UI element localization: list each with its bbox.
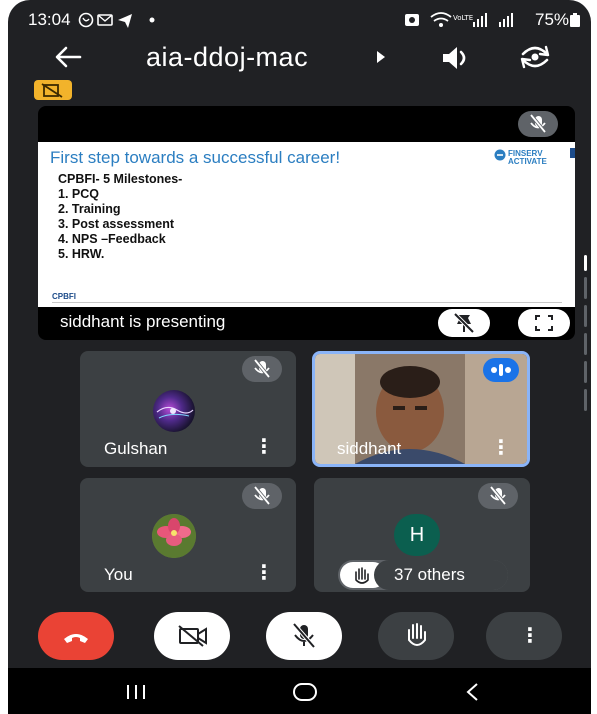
participant-name: siddhant bbox=[337, 439, 402, 458]
recording-off-icon bbox=[41, 83, 63, 98]
battery-level: 75% bbox=[535, 10, 570, 29]
slide-footer: CPBFI bbox=[52, 292, 76, 301]
more-vert-icon[interactable]: ⋮ bbox=[254, 437, 274, 457]
slide-accent bbox=[570, 148, 575, 158]
hang-up-icon bbox=[64, 634, 88, 643]
slide-list-item: 1. PCQ bbox=[58, 187, 99, 201]
fullscreen-button[interactable] bbox=[518, 309, 570, 337]
mic-off-icon bbox=[489, 485, 507, 506]
scrollbar[interactable] bbox=[584, 255, 587, 423]
speaker-icon[interactable] bbox=[440, 44, 472, 72]
notification-icons bbox=[78, 12, 155, 28]
raise-hand-button[interactable] bbox=[378, 612, 454, 660]
mute-indicator bbox=[242, 356, 282, 382]
participant-tile[interactable]: Gulshan ⋮ bbox=[80, 351, 296, 467]
battery-icon bbox=[570, 13, 580, 27]
mic-off-icon bbox=[253, 358, 271, 379]
presenter-mute-indicator bbox=[518, 111, 558, 137]
audio-wave-icon bbox=[491, 364, 511, 376]
shared-slide: First step towards a successful career! … bbox=[38, 142, 575, 307]
meeting-screen: 13:04 VoLTE 75% aia-ddoj-mac First step … bbox=[8, 0, 591, 714]
slide-list-item: 2. Training bbox=[58, 202, 121, 216]
home-icon[interactable] bbox=[292, 682, 318, 702]
avatar-image bbox=[156, 406, 194, 419]
scroll-segment bbox=[584, 277, 587, 299]
status-time: 13:04 bbox=[28, 10, 71, 29]
scroll-segment bbox=[584, 333, 587, 355]
more-vert-icon[interactable]: ⋮ bbox=[491, 438, 511, 458]
end-call-button[interactable] bbox=[38, 612, 114, 660]
others-chip[interactable]: 37 others bbox=[338, 560, 508, 590]
others-count: 37 others bbox=[394, 565, 465, 584]
scroll-segment bbox=[584, 361, 587, 383]
more-vert-icon: ⋮ bbox=[520, 625, 540, 647]
flower-avatar-image bbox=[152, 514, 196, 558]
scroll-thumb bbox=[584, 255, 587, 271]
scroll-segment bbox=[584, 305, 587, 327]
status-bar: 13:04 VoLTE 75% bbox=[8, 0, 591, 36]
back-nav-icon[interactable] bbox=[464, 682, 480, 702]
avatar bbox=[153, 390, 195, 432]
speaking-indicator bbox=[483, 358, 519, 382]
slide-subtitle: CPBFI- 5 Milestones- bbox=[58, 172, 183, 186]
participant-name: You bbox=[104, 565, 133, 584]
mic-off-icon bbox=[292, 622, 316, 649]
avatar-initial: H bbox=[394, 514, 440, 556]
mic-toggle-button[interactable] bbox=[266, 612, 342, 660]
android-nav-bar bbox=[8, 668, 591, 714]
unpin-button[interactable] bbox=[438, 309, 490, 337]
svg-text:VoLTE: VoLTE bbox=[453, 14, 473, 22]
camera-flip-icon[interactable] bbox=[518, 42, 552, 72]
mute-indicator bbox=[242, 483, 282, 509]
slide-brand: FINSERV ACTIVATE bbox=[508, 149, 547, 166]
avatar bbox=[152, 514, 196, 558]
system-status-icons: VoLTE bbox=[405, 12, 513, 27]
slide-title: First step towards a successful career! bbox=[50, 148, 341, 167]
slide-divider bbox=[52, 302, 562, 303]
meeting-code[interactable]: aia-ddoj-mac bbox=[146, 42, 308, 73]
more-options-button[interactable]: ⋮ bbox=[486, 612, 562, 660]
pin-off-icon bbox=[453, 312, 475, 334]
finserv-logo-icon bbox=[494, 149, 506, 161]
scroll-segment bbox=[584, 389, 587, 411]
participant-name: Gulshan bbox=[104, 439, 168, 458]
slide-list-item: 4. NPS –Feedback bbox=[58, 232, 166, 246]
participant-tile-self[interactable]: You ⋮ bbox=[80, 478, 296, 592]
arrow-left-icon[interactable] bbox=[54, 46, 82, 68]
more-vert-icon[interactable]: ⋮ bbox=[254, 563, 274, 583]
mic-off-icon bbox=[529, 113, 547, 134]
presentation-tile[interactable]: First step towards a successful career! … bbox=[38, 106, 575, 340]
slide-list-item: 5. HRW. bbox=[58, 247, 105, 261]
participant-tile-others[interactable]: H 37 others bbox=[314, 478, 530, 592]
recent-apps-icon[interactable] bbox=[124, 684, 148, 700]
video-off-icon bbox=[178, 625, 207, 647]
camera-toggle-button[interactable] bbox=[154, 612, 230, 660]
mute-indicator bbox=[478, 483, 518, 509]
participant-tile-speaking[interactable]: siddhant ⋮ bbox=[312, 351, 530, 467]
slide-list-item: 3. Post assessment bbox=[58, 217, 175, 231]
recording-badge bbox=[34, 80, 72, 100]
avatar-initial-letter: H bbox=[409, 523, 425, 546]
caret-right-icon[interactable] bbox=[376, 51, 386, 63]
presenting-label: siddhant is presenting bbox=[60, 312, 226, 331]
raise-hand-icon bbox=[408, 623, 426, 646]
mic-off-icon bbox=[253, 485, 271, 506]
fullscreen-icon bbox=[535, 315, 553, 331]
